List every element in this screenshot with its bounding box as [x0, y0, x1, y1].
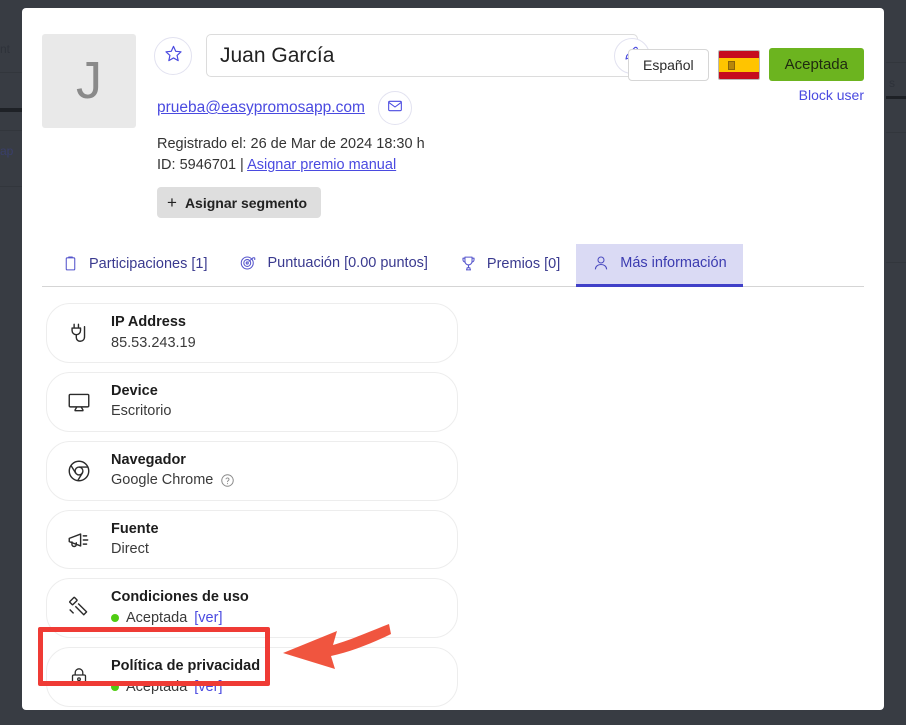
target-icon [239, 254, 257, 272]
id-line: ID: 5946701 | Asignar premio manual [157, 155, 864, 176]
card-title: Fuente [111, 520, 159, 537]
id-label: ID: [157, 157, 176, 174]
card-title: Navegador [111, 451, 186, 468]
status-dot [111, 614, 119, 623]
info-card-politica-de-privacidad: Política de privacidad Aceptada [ver] [46, 647, 458, 708]
backdrop-line [886, 132, 906, 133]
card-title: Device [111, 382, 158, 399]
tab-label: Puntuación [0.00 puntos] [267, 255, 428, 272]
user-email-link[interactable]: prueba@easypromosapp.com [157, 99, 365, 117]
chrome-icon [63, 458, 95, 484]
card-value: Direct [111, 541, 149, 558]
tab-premios[interactable]: Premios [0] [444, 245, 576, 287]
registered-label: Registrado el: [157, 136, 247, 152]
favorite-star-button[interactable] [154, 36, 192, 75]
info-card-ip-address: IP Address 85.53.243.19 [46, 303, 458, 363]
language-button[interactable]: Español [628, 48, 709, 81]
tab-bar: Participaciones [1] Puntuación [0.00 pun… [42, 244, 864, 288]
send-email-button[interactable] [377, 91, 412, 125]
card-value-row: 85.53.243.19 [111, 333, 196, 353]
backdrop-text: s [889, 76, 895, 90]
tab-participaciones[interactable]: Participaciones [1] [46, 245, 223, 287]
user-meta: Registrado el: 26 de Mar de 2024 18:30 h… [157, 134, 864, 176]
info-card-condiciones-de-uso: Condiciones de uso Aceptada [ver] [46, 578, 458, 639]
card-value: 85.53.243.19 [111, 334, 196, 351]
user-icon [592, 254, 610, 272]
trophy-icon [460, 255, 477, 272]
info-card-list: IP Address 85.53.243.19 Device Escritori… [42, 303, 864, 710]
meta-separator: | [240, 157, 244, 174]
user-header: J Juan García prueba@easypromosapp.com R… [42, 34, 864, 219]
card-value-row: Aceptada [ver] [111, 608, 249, 628]
tab-label: Participaciones [1] [89, 255, 208, 272]
user-detail-modal: J Juan García prueba@easypromosapp.com R… [22, 8, 884, 710]
card-title: Condiciones de uso [111, 589, 249, 606]
card-value-row: Direct [111, 539, 159, 559]
info-card-device: Device Escritorio [46, 371, 458, 432]
card-title: IP Address [111, 314, 186, 331]
assign-segment-label: Asignar segmento [184, 194, 308, 211]
monitor-icon [63, 389, 95, 415]
avatar-initial: J [76, 52, 102, 110]
status-dot [111, 683, 119, 692]
card-value: Google Chrome [111, 472, 214, 489]
registered-value: 26 de Mar de 2024 18:30 h [250, 136, 425, 152]
backdrop-text: nt [0, 42, 11, 56]
star-icon [164, 44, 183, 68]
info-card-fuente: Fuente Direct [46, 509, 458, 570]
help-icon[interactable] [220, 473, 235, 488]
card-value: Escritorio [111, 403, 172, 420]
plug-icon [63, 320, 95, 346]
avatar: J [42, 34, 136, 128]
tab-puntuacion[interactable]: Puntuación [0.00 puntos] [223, 244, 443, 287]
backdrop-line [886, 96, 906, 99]
spain-flag-icon [717, 49, 760, 80]
backdrop-text: ap [0, 144, 14, 158]
info-card-navegador: Navegador Google Chrome [46, 440, 458, 501]
card-value: Aceptada [126, 678, 188, 695]
user-name-input[interactable] [206, 34, 638, 77]
gavel-icon [63, 595, 95, 621]
card-value-row: Google Chrome [111, 470, 235, 490]
tab-mas-informacion[interactable]: Más información [576, 244, 743, 288]
card-value-row: Escritorio [111, 401, 171, 421]
header-actions-row: Español Aceptada [628, 48, 864, 81]
name-field-wrapper [206, 34, 650, 77]
view-link[interactable]: [ver] [194, 677, 222, 697]
card-title: Política de privacidad [111, 658, 261, 675]
registered-line: Registrado el: 26 de Mar de 2024 18:30 h [157, 134, 864, 155]
view-link[interactable]: [ver] [194, 608, 222, 628]
megaphone-icon [63, 527, 95, 553]
card-value-row: Aceptada [ver] [111, 677, 260, 697]
envelope-icon [387, 98, 403, 119]
header-actions: Español Aceptada Block user [628, 48, 864, 103]
status-badge[interactable]: Aceptada [768, 48, 864, 81]
block-user-link[interactable]: Block user [799, 87, 864, 103]
backdrop-line [886, 262, 906, 263]
assign-prize-link[interactable]: Asignar premio manual [247, 157, 396, 173]
assign-segment-button[interactable]: + Asignar segmento [157, 187, 322, 219]
plus-icon: + [167, 193, 177, 213]
lock-icon [63, 665, 95, 689]
clipboard-icon [62, 255, 79, 272]
card-value: Aceptada [126, 610, 188, 627]
backdrop-line [886, 62, 906, 63]
tab-label: Más información [620, 255, 727, 272]
tab-label: Premios [0] [486, 255, 561, 272]
id-value: 5946701 [179, 157, 237, 174]
